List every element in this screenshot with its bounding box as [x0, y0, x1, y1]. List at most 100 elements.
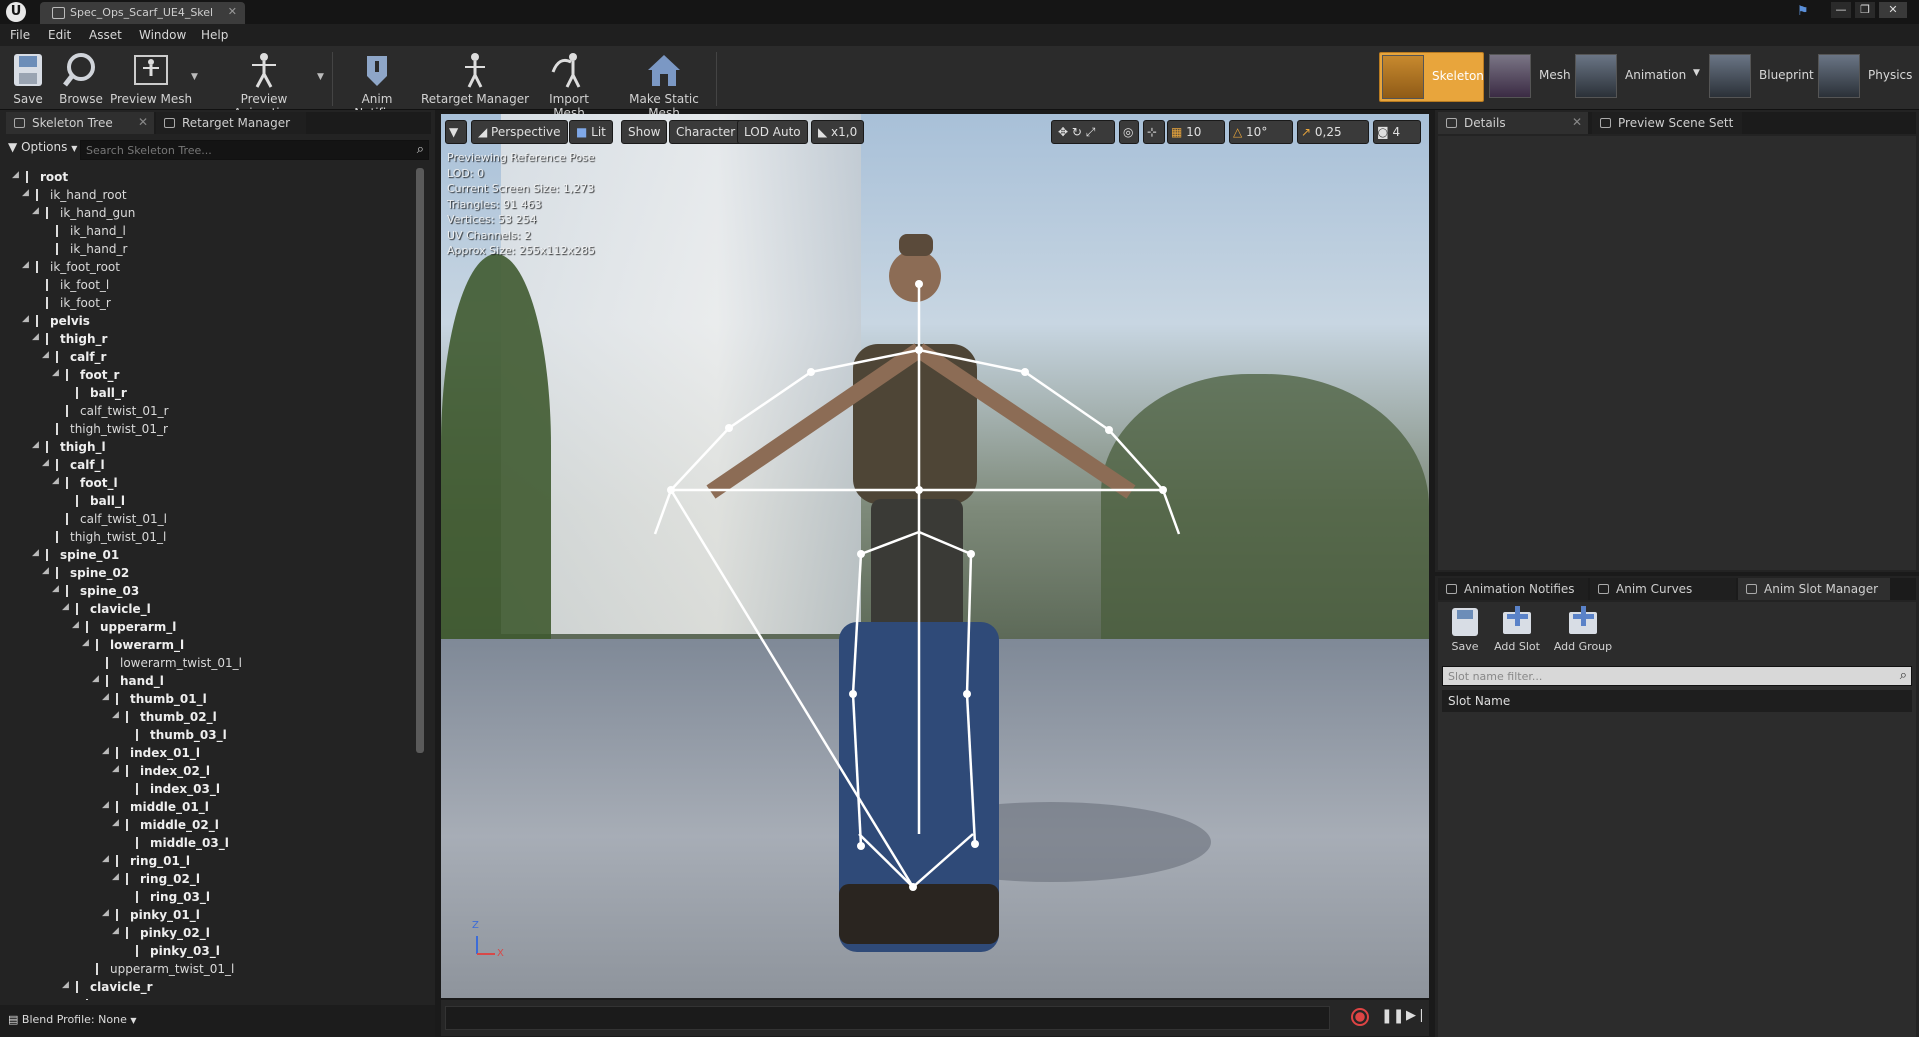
bone-row-spine-03[interactable]: ◢ spine_03 — [52, 584, 139, 602]
lit-button[interactable]: ■ Lit — [569, 120, 613, 144]
bone-row-calf-twist-01-r[interactable]: calf_twist_01_r — [66, 404, 169, 422]
expand-arrow-icon[interactable]: ◢ — [52, 368, 59, 378]
bone-row-foot-l[interactable]: ◢ foot_l — [52, 476, 118, 494]
bone-row-ball-r[interactable]: ball_r — [76, 386, 127, 404]
notification-icon[interactable]: ⚑ — [1797, 4, 1809, 19]
preview-animation-dropdown-icon[interactable]: ▼ — [317, 72, 324, 82]
tab-anim-curves[interactable]: Anim Curves — [1590, 578, 1736, 600]
expand-arrow-icon[interactable]: ◢ — [102, 692, 109, 702]
bone-row-ring-02-l[interactable]: ◢ ring_02_l — [112, 872, 200, 890]
perspective-button[interactable]: ◢ Perspective — [471, 120, 568, 144]
rotation-snap-button[interactable]: △ 10° — [1229, 120, 1293, 144]
bone-row-upperarm-twist-01-l[interactable]: upperarm_twist_01_l — [96, 962, 234, 980]
bone-row-ring-03-l[interactable]: ring_03_l — [136, 890, 210, 908]
bone-row-index-01-l[interactable]: ◢ index_01_l — [102, 746, 200, 764]
bone-row-calf-twist-01-l[interactable]: calf_twist_01_l — [66, 512, 167, 530]
bone-row-ik-hand-r[interactable]: ik_hand_r — [56, 242, 127, 260]
expand-arrow-icon[interactable]: ◢ — [112, 764, 119, 774]
document-tab[interactable]: Spec_Ops_Scarf_UE4_Skel ✕ — [40, 2, 245, 24]
bone-row-thumb-03-l[interactable]: thumb_03_l — [136, 728, 227, 746]
expand-arrow-icon[interactable]: ◢ — [22, 314, 29, 324]
tab-retarget-manager[interactable]: Retarget Manager — [156, 112, 306, 134]
expand-arrow-icon[interactable]: ◢ — [32, 440, 39, 450]
mode-physics[interactable]: Physics — [1816, 52, 1916, 102]
expand-arrow-icon[interactable]: ◢ — [112, 926, 119, 936]
slot-name-filter-input[interactable]: Slot name filter... ⌕ — [1442, 666, 1912, 686]
bone-row-hand-l[interactable]: ◢ hand_l — [92, 674, 164, 692]
import-mesh-button[interactable]: Import Mesh — [534, 50, 604, 120]
character-button[interactable]: Character — [669, 120, 743, 144]
bone-row-clavicle-l[interactable]: ◢ clavicle_l — [62, 602, 151, 620]
bone-row-thumb-02-l[interactable]: ◢ thumb_02_l — [112, 710, 217, 728]
bone-row-upperarm-l[interactable]: ◢ upperarm_l — [72, 620, 176, 638]
bone-row-index-03-l[interactable]: index_03_l — [136, 782, 220, 800]
menu-file[interactable]: File — [10, 28, 30, 42]
expand-arrow-icon[interactable]: ◢ — [22, 188, 29, 198]
bone-row-root[interactable]: ◢ root — [12, 170, 68, 188]
expand-arrow-icon[interactable]: ◢ — [92, 674, 99, 684]
grid-snap-button[interactable]: ▦ 10 — [1167, 120, 1225, 144]
skeleton-search-input[interactable]: Search Skeleton Tree... ⌕ — [80, 140, 429, 160]
bone-row-pelvis[interactable]: ◢ pelvis — [22, 314, 90, 332]
surface-snap-button[interactable]: ⊹ — [1143, 120, 1165, 144]
blend-profile-dropdown[interactable]: ▤ Blend Profile: None ▼ — [8, 1013, 137, 1026]
preview-mesh-dropdown-icon[interactable]: ▼ — [191, 72, 198, 82]
show-button[interactable]: Show — [621, 120, 668, 144]
bone-row-thigh-r[interactable]: ◢ thigh_r — [32, 332, 107, 350]
menu-asset[interactable]: Asset — [89, 28, 122, 42]
mode-mesh[interactable]: Mesh — [1487, 52, 1571, 102]
restore-button[interactable]: ❐ — [1855, 2, 1875, 18]
expand-arrow-icon[interactable]: ◢ — [102, 908, 109, 918]
step-forward-icon[interactable]: ▶❘ — [1406, 1008, 1427, 1023]
bone-row-ik-hand-gun[interactable]: ◢ ik_hand_gun — [32, 206, 135, 224]
bone-row-clavicle-r[interactable]: ◢ clavicle_r — [62, 980, 153, 998]
tree-scrollbar[interactable] — [416, 168, 424, 753]
world-space-button[interactable]: ◎ — [1119, 120, 1139, 144]
tab-anim-slot-manager[interactable]: Anim Slot Manager — [1738, 578, 1890, 600]
close-tab-icon[interactable]: ✕ — [1572, 115, 1582, 129]
expand-arrow-icon[interactable]: ◢ — [42, 350, 49, 360]
bone-row-upperarm-r[interactable]: upperarm_r — [86, 998, 178, 1000]
tab-animation-notifies[interactable]: Animation Notifies — [1438, 578, 1588, 600]
bone-row-ik-foot-l[interactable]: ik_foot_l — [46, 278, 109, 296]
lod-button[interactable]: LOD Auto — [737, 120, 808, 144]
pause-icon[interactable]: ❚❚ — [1381, 1008, 1404, 1024]
bone-row-ik-foot-r[interactable]: ik_foot_r — [46, 296, 111, 314]
expand-arrow-icon[interactable]: ◢ — [62, 980, 69, 990]
mode-skeleton[interactable]: Skeleton — [1379, 52, 1484, 102]
bone-row-middle-03-l[interactable]: middle_03_l — [136, 836, 229, 854]
close-tab-icon[interactable]: ✕ — [138, 115, 148, 129]
retarget-manager-button[interactable]: Retarget Manager — [420, 50, 530, 108]
close-window-button[interactable]: ✕ — [1879, 2, 1907, 18]
bone-row-thigh-twist-01-r[interactable]: thigh_twist_01_r — [56, 422, 168, 440]
expand-arrow-icon[interactable]: ◢ — [82, 638, 89, 648]
slot-save-button[interactable]: Save — [1444, 606, 1486, 664]
add-slot-button[interactable]: Add Slot — [1492, 606, 1542, 664]
transform-tools[interactable]: ✥ ↻ ⤢ — [1051, 120, 1115, 144]
expand-arrow-icon[interactable]: ◢ — [102, 854, 109, 864]
expand-arrow-icon[interactable]: ◢ — [42, 458, 49, 468]
bone-row-middle-01-l[interactable]: ◢ middle_01_l — [102, 800, 209, 818]
bone-row-foot-r[interactable]: ◢ foot_r — [52, 368, 119, 386]
bone-row-ik-foot-root[interactable]: ◢ ik_foot_root — [22, 260, 120, 278]
mode-animation[interactable]: Animation ▼ — [1573, 52, 1700, 102]
bone-row-pinky-01-l[interactable]: ◢ pinky_01_l — [102, 908, 200, 926]
bone-row-ball-l[interactable]: ball_l — [76, 494, 125, 512]
bone-row-thigh-twist-01-l[interactable]: thigh_twist_01_l — [56, 530, 166, 548]
playback-speed-button[interactable]: ◣ x1,0 — [811, 120, 865, 144]
bone-row-lowerarm-twist-01-l[interactable]: lowerarm_twist_01_l — [106, 656, 242, 674]
expand-arrow-icon[interactable]: ◢ — [62, 602, 69, 612]
bone-row-ring-01-l[interactable]: ◢ ring_01_l — [102, 854, 190, 872]
bone-row-pinky-02-l[interactable]: ◢ pinky_02_l — [112, 926, 210, 944]
mode-blueprint[interactable]: Blueprint — [1707, 52, 1814, 102]
camera-speed-button[interactable]: ◙ 4 — [1373, 120, 1421, 144]
bone-row-pinky-03-l[interactable]: pinky_03_l — [136, 944, 220, 962]
expand-arrow-icon[interactable]: ◢ — [32, 548, 39, 558]
preview-mesh-button[interactable]: Preview Mesh — [108, 50, 194, 108]
viewport-options-button[interactable]: ▼ — [445, 120, 467, 144]
expand-arrow-icon[interactable]: ◢ — [32, 332, 39, 342]
timeline-scrubber[interactable] — [445, 1006, 1330, 1030]
bone-row-index-02-l[interactable]: ◢ index_02_l — [112, 764, 210, 782]
bone-row-spine-02[interactable]: ◢ spine_02 — [42, 566, 129, 584]
expand-arrow-icon[interactable]: ◢ — [12, 170, 19, 180]
